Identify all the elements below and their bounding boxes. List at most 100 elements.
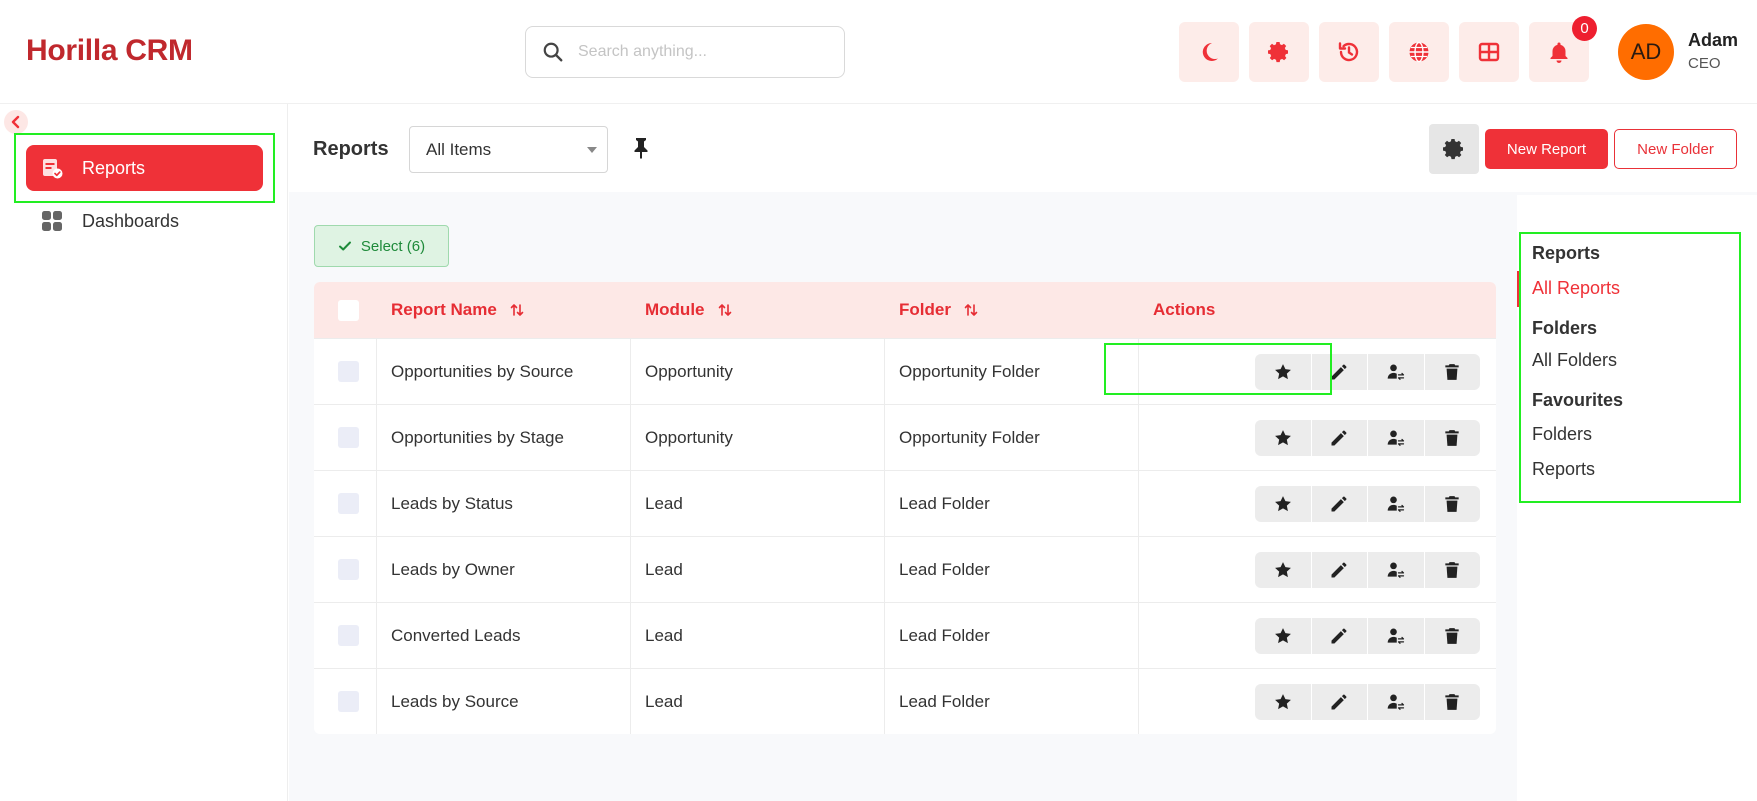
nav-all-folders[interactable]: All Folders [1532, 350, 1617, 371]
edit-button[interactable] [1311, 354, 1367, 390]
column-report-name[interactable]: Report Name [391, 300, 525, 320]
apps-button[interactable] [1459, 22, 1519, 82]
column-divider [1138, 339, 1139, 405]
row-actions [1255, 486, 1480, 522]
change-owner-button[interactable] [1368, 486, 1424, 522]
change-owner-button[interactable] [1368, 552, 1424, 588]
bell-icon [1550, 42, 1568, 63]
row-checkbox[interactable] [338, 559, 359, 580]
table-row[interactable]: Leads by Source Lead Lead Folder [314, 668, 1496, 734]
sort-icon [718, 304, 731, 316]
select-all-checkbox[interactable] [338, 300, 359, 321]
app-logo[interactable]: Horilla CRM [26, 34, 193, 68]
settings-button[interactable] [1249, 22, 1309, 82]
search-input[interactable] [578, 43, 828, 61]
select-rows-button[interactable]: Select (6) [314, 225, 449, 267]
favourite-button[interactable] [1255, 354, 1311, 390]
row-actions [1255, 684, 1480, 720]
row-actions [1255, 354, 1480, 390]
collapse-sidebar-button[interactable] [4, 110, 28, 134]
favourite-button[interactable] [1255, 486, 1311, 522]
delete-button[interactable] [1424, 618, 1480, 654]
change-owner-button[interactable] [1368, 354, 1424, 390]
table-row[interactable]: Opportunities by Source Opportunity Opport… [314, 338, 1496, 405]
report-icon [43, 159, 63, 179]
column-divider [630, 603, 631, 669]
report-name-cell[interactable]: Leads by Owner [391, 537, 515, 603]
delete-button[interactable] [1424, 486, 1480, 522]
report-name-cell[interactable]: Leads by Source [391, 669, 519, 734]
delete-button[interactable] [1424, 552, 1480, 588]
column-divider [376, 537, 377, 603]
favourite-button[interactable] [1255, 552, 1311, 588]
sort-icon [510, 304, 524, 316]
report-name-cell[interactable]: Converted Leads [391, 603, 520, 669]
trash-icon [1445, 496, 1459, 512]
column-label: Actions [1153, 300, 1216, 319]
table-row[interactable]: Opportunities by Stage Opportunity Opportu… [314, 404, 1496, 471]
table-body: Opportunities by Source Opportunity Opport… [314, 338, 1496, 734]
report-name-cell[interactable]: Leads by Status [391, 471, 513, 537]
top-header: Horilla CRM 0 AD Adam CEO [0, 0, 1757, 104]
items-filter-select[interactable]: All Items [409, 126, 608, 173]
delete-button[interactable] [1424, 420, 1480, 456]
module-cell: Lead [645, 560, 683, 579]
edit-button[interactable] [1311, 618, 1367, 654]
edit-button[interactable] [1311, 684, 1367, 720]
star-icon [1274, 430, 1291, 446]
dark-mode-button[interactable] [1179, 22, 1239, 82]
edit-button[interactable] [1311, 486, 1367, 522]
change-owner-button[interactable] [1368, 618, 1424, 654]
edit-button[interactable] [1311, 552, 1367, 588]
sidebar-item-label: Dashboards [82, 210, 180, 231]
user-share-icon [1387, 430, 1404, 446]
favourite-button[interactable] [1255, 684, 1311, 720]
sidebar-item-dashboards[interactable]: Dashboards [26, 198, 263, 244]
favourite-button[interactable] [1255, 420, 1311, 456]
active-indicator [1517, 271, 1520, 307]
new-report-button[interactable]: New Report [1485, 129, 1608, 169]
pencil-icon [1331, 496, 1347, 512]
table-row[interactable]: Leads by Owner Lead Lead Folder [314, 536, 1496, 603]
pin-icon[interactable] [630, 136, 652, 160]
column-module[interactable]: Module [645, 300, 733, 320]
pencil-icon [1331, 562, 1347, 578]
user-role: CEO [1688, 55, 1721, 72]
row-checkbox[interactable] [338, 361, 359, 382]
nav-favourite-folders[interactable]: Folders [1532, 424, 1592, 445]
favourite-button[interactable] [1255, 618, 1311, 654]
row-checkbox[interactable] [338, 691, 359, 712]
nav-all-reports[interactable]: All Reports [1532, 278, 1620, 299]
sidebar-item-reports[interactable]: Reports [26, 145, 263, 191]
report-settings-button[interactable] [1429, 124, 1479, 174]
nav-favourite-reports[interactable]: Reports [1532, 459, 1595, 480]
grid-icon [42, 211, 62, 231]
table-row[interactable]: Converted Leads Lead Lead Folder [314, 602, 1496, 669]
sort-icon [964, 304, 978, 316]
search-box[interactable] [525, 26, 845, 78]
delete-button[interactable] [1424, 354, 1480, 390]
table-row[interactable]: Leads by Status Lead Lead Folder [314, 470, 1496, 537]
change-owner-button[interactable] [1368, 684, 1424, 720]
avatar[interactable]: AD [1618, 24, 1674, 80]
user-share-icon [1387, 694, 1404, 710]
chevron-left-icon [11, 115, 20, 129]
user-share-icon [1387, 628, 1404, 644]
column-divider [1138, 471, 1139, 537]
row-checkbox[interactable] [338, 625, 359, 646]
notifications-button[interactable]: 0 [1529, 16, 1597, 82]
new-folder-button[interactable]: New Folder [1614, 129, 1737, 169]
row-checkbox[interactable] [338, 493, 359, 514]
row-checkbox[interactable] [338, 427, 359, 448]
star-icon [1274, 364, 1291, 380]
history-button[interactable] [1319, 22, 1379, 82]
report-name-cell[interactable]: Opportunities by Stage [391, 405, 564, 471]
edit-button[interactable] [1311, 420, 1367, 456]
column-folder[interactable]: Folder [899, 300, 979, 320]
language-button[interactable] [1389, 22, 1449, 82]
delete-button[interactable] [1424, 684, 1480, 720]
column-divider [630, 471, 631, 537]
report-name-cell[interactable]: Opportunities by Source [391, 339, 573, 405]
notification-count-badge: 0 [1572, 16, 1597, 41]
change-owner-button[interactable] [1368, 420, 1424, 456]
